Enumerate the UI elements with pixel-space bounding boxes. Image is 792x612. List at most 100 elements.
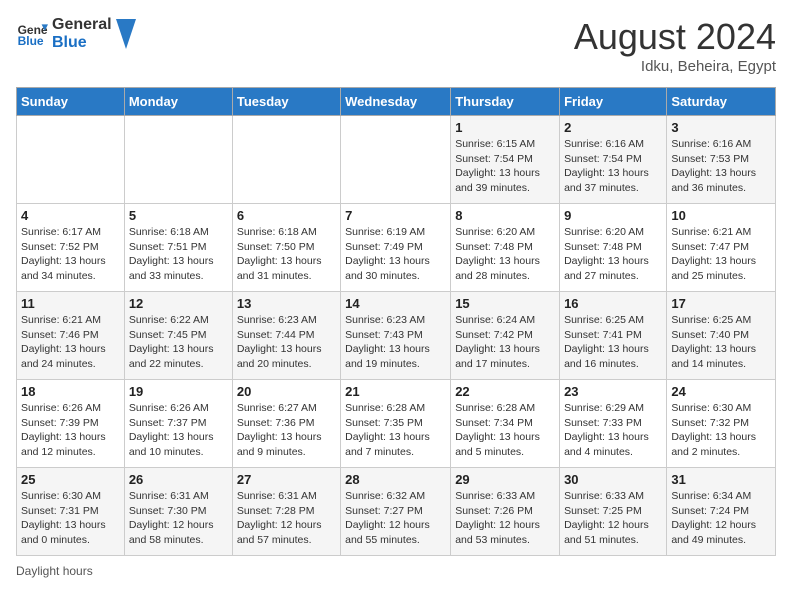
day-number: 23 (564, 384, 662, 399)
day-number: 17 (671, 296, 771, 311)
day-sun-info: Sunrise: 6:17 AMSunset: 7:52 PMDaylight:… (21, 225, 120, 284)
calendar-cell: 6 Sunrise: 6:18 AMSunset: 7:50 PMDaylight… (232, 204, 340, 292)
calendar-cell: 5Sunrise: 6:18 AMSunset: 7:51 PMDaylight… (124, 204, 232, 292)
calendar-cell (341, 116, 451, 204)
day-number: 12 (129, 296, 228, 311)
day-sun-info: Sunrise: 6:28 AMSunset: 7:35 PMDaylight:… (345, 401, 446, 460)
day-number: 18 (21, 384, 120, 399)
day-sun-info: Sunrise: 6:26 AMSunset: 7:39 PMDaylight:… (21, 401, 120, 460)
day-number: 25 (21, 472, 120, 487)
day-sun-info: Sunrise: 6:25 AMSunset: 7:40 PMDaylight:… (671, 313, 771, 372)
day-number: 1 (455, 120, 555, 135)
day-sun-info: Sunrise: 6:31 AMSunset: 7:30 PMDaylight:… (129, 489, 228, 548)
day-sun-info: Sunrise: 6:33 AMSunset: 7:25 PMDaylight:… (564, 489, 662, 548)
day-number: 11 (21, 296, 120, 311)
calendar-cell (124, 116, 232, 204)
day-sun-info: Sunrise: 6:31 AMSunset: 7:28 PMDaylight:… (237, 489, 336, 548)
day-number: 16 (564, 296, 662, 311)
calendar-cell: 29 Sunrise: 6:33 AMSunset: 7:26 PMDayligh… (451, 468, 560, 556)
day-number: 22 (455, 384, 555, 399)
calendar-cell: 3Sunrise: 6:16 AMSunset: 7:53 PMDaylight… (667, 116, 776, 204)
day-sun-info: Sunrise: 6:27 AMSunset: 7:36 PMDaylight:… (237, 401, 336, 460)
logo-general: General (52, 16, 112, 34)
calendar-cell: 13 Sunrise: 6:23 AMSunset: 7:44 PMDayligh… (232, 292, 340, 380)
calendar-cell: 30 Sunrise: 6:33 AMSunset: 7:25 PMDayligh… (560, 468, 667, 556)
day-number: 21 (345, 384, 446, 399)
day-number: 20 (237, 384, 336, 399)
calendar-cell: 4 Sunrise: 6:17 AMSunset: 7:52 PMDaylight… (17, 204, 125, 292)
day-sun-info: Sunrise: 6:34 AMSunset: 7:24 PMDaylight:… (671, 489, 771, 548)
day-number: 6 (237, 208, 336, 223)
logo: General Blue General Blue (16, 16, 136, 52)
day-sun-info: Sunrise: 6:23 AMSunset: 7:44 PMDaylight:… (237, 313, 336, 372)
page-header: General Blue General Blue August 2024 Id… (16, 16, 776, 75)
day-number: 15 (455, 296, 555, 311)
calendar-cell: 10Sunrise: 6:21 AMSunset: 7:47 PMDayligh… (667, 204, 776, 292)
day-sun-info: Sunrise: 6:30 AMSunset: 7:32 PMDaylight:… (671, 401, 771, 460)
calendar-cell (232, 116, 340, 204)
calendar-cell: 2 Sunrise: 6:16 AMSunset: 7:54 PMDaylight… (560, 116, 667, 204)
weekday-header-thursday: Thursday (451, 88, 560, 116)
calendar-cell: 21 Sunrise: 6:28 AMSunset: 7:35 PMDayligh… (341, 380, 451, 468)
calendar-week-row: 4 Sunrise: 6:17 AMSunset: 7:52 PMDaylight… (17, 204, 776, 292)
calendar-cell: 25Sunrise: 6:30 AMSunset: 7:31 PMDayligh… (17, 468, 125, 556)
calendar-cell: 9Sunrise: 6:20 AMSunset: 7:48 PMDaylight… (560, 204, 667, 292)
day-sun-info: Sunrise: 6:19 AMSunset: 7:49 PMDaylight:… (345, 225, 446, 284)
calendar-week-row: 25Sunrise: 6:30 AMSunset: 7:31 PMDayligh… (17, 468, 776, 556)
weekday-header-row: SundayMondayTuesdayWednesdayThursdayFrid… (17, 88, 776, 116)
day-sun-info: Sunrise: 6:29 AMSunset: 7:33 PMDaylight:… (564, 401, 662, 460)
day-number: 26 (129, 472, 228, 487)
day-sun-info: Sunrise: 6:28 AMSunset: 7:34 PMDaylight:… (455, 401, 555, 460)
calendar-cell: 19 Sunrise: 6:26 AMSunset: 7:37 PMDayligh… (124, 380, 232, 468)
calendar-table: SundayMondayTuesdayWednesdayThursdayFrid… (16, 87, 776, 556)
day-number: 2 (564, 120, 662, 135)
calendar-week-row: 1 Sunrise: 6:15 AMSunset: 7:54 PMDaylight… (17, 116, 776, 204)
day-number: 24 (671, 384, 771, 399)
calendar-cell: 31 Sunrise: 6:34 AMSunset: 7:24 PMDayligh… (667, 468, 776, 556)
day-number: 29 (455, 472, 555, 487)
day-number: 31 (671, 472, 771, 487)
day-sun-info: Sunrise: 6:26 AMSunset: 7:37 PMDaylight:… (129, 401, 228, 460)
day-number: 28 (345, 472, 446, 487)
calendar-cell: 28 Sunrise: 6:32 AMSunset: 7:27 PMDayligh… (341, 468, 451, 556)
weekday-header-tuesday: Tuesday (232, 88, 340, 116)
day-sun-info: Sunrise: 6:33 AMSunset: 7:26 PMDaylight:… (455, 489, 555, 548)
day-number: 9 (564, 208, 662, 223)
day-number: 5 (129, 208, 228, 223)
day-sun-info: Sunrise: 6:18 AMSunset: 7:50 PMDaylight:… (237, 225, 336, 284)
day-sun-info: Sunrise: 6:32 AMSunset: 7:27 PMDaylight:… (345, 489, 446, 548)
location-subtitle: Idku, Beheira, Egypt (574, 58, 776, 75)
logo-arrow-icon (116, 19, 136, 49)
logo-icon: General Blue (16, 18, 48, 50)
day-number: 30 (564, 472, 662, 487)
calendar-cell: 8Sunrise: 6:20 AMSunset: 7:48 PMDaylight… (451, 204, 560, 292)
day-sun-info: Sunrise: 6:20 AMSunset: 7:48 PMDaylight:… (455, 225, 555, 284)
weekday-header-saturday: Saturday (667, 88, 776, 116)
calendar-week-row: 18 Sunrise: 6:26 AMSunset: 7:39 PMDayligh… (17, 380, 776, 468)
calendar-cell: 22 Sunrise: 6:28 AMSunset: 7:34 PMDayligh… (451, 380, 560, 468)
calendar-cell: 11 Sunrise: 6:21 AMSunset: 7:46 PMDayligh… (17, 292, 125, 380)
day-number: 10 (671, 208, 771, 223)
footer-daylight-label: Daylight hours (16, 564, 776, 578)
day-sun-info: Sunrise: 6:24 AMSunset: 7:42 PMDaylight:… (455, 313, 555, 372)
day-sun-info: Sunrise: 6:23 AMSunset: 7:43 PMDaylight:… (345, 313, 446, 372)
day-sun-info: Sunrise: 6:22 AMSunset: 7:45 PMDaylight:… (129, 313, 228, 372)
calendar-cell: 16 Sunrise: 6:25 AMSunset: 7:41 PMDayligh… (560, 292, 667, 380)
day-number: 14 (345, 296, 446, 311)
day-number: 4 (21, 208, 120, 223)
day-number: 19 (129, 384, 228, 399)
weekday-header-wednesday: Wednesday (341, 88, 451, 116)
day-number: 27 (237, 472, 336, 487)
day-number: 13 (237, 296, 336, 311)
calendar-cell: 20 Sunrise: 6:27 AMSunset: 7:36 PMDayligh… (232, 380, 340, 468)
calendar-week-row: 11 Sunrise: 6:21 AMSunset: 7:46 PMDayligh… (17, 292, 776, 380)
day-sun-info: Sunrise: 6:25 AMSunset: 7:41 PMDaylight:… (564, 313, 662, 372)
calendar-cell: 14 Sunrise: 6:23 AMSunset: 7:43 PMDayligh… (341, 292, 451, 380)
calendar-cell: 18 Sunrise: 6:26 AMSunset: 7:39 PMDayligh… (17, 380, 125, 468)
day-sun-info: Sunrise: 6:21 AMSunset: 7:46 PMDaylight:… (21, 313, 120, 372)
weekday-header-monday: Monday (124, 88, 232, 116)
calendar-cell: 27 Sunrise: 6:31 AMSunset: 7:28 PMDayligh… (232, 468, 340, 556)
calendar-cell: 24 Sunrise: 6:30 AMSunset: 7:32 PMDayligh… (667, 380, 776, 468)
day-sun-info: Sunrise: 6:16 AMSunset: 7:54 PMDaylight:… (564, 137, 662, 196)
day-sun-info: Sunrise: 6:15 AMSunset: 7:54 PMDaylight:… (455, 137, 555, 196)
